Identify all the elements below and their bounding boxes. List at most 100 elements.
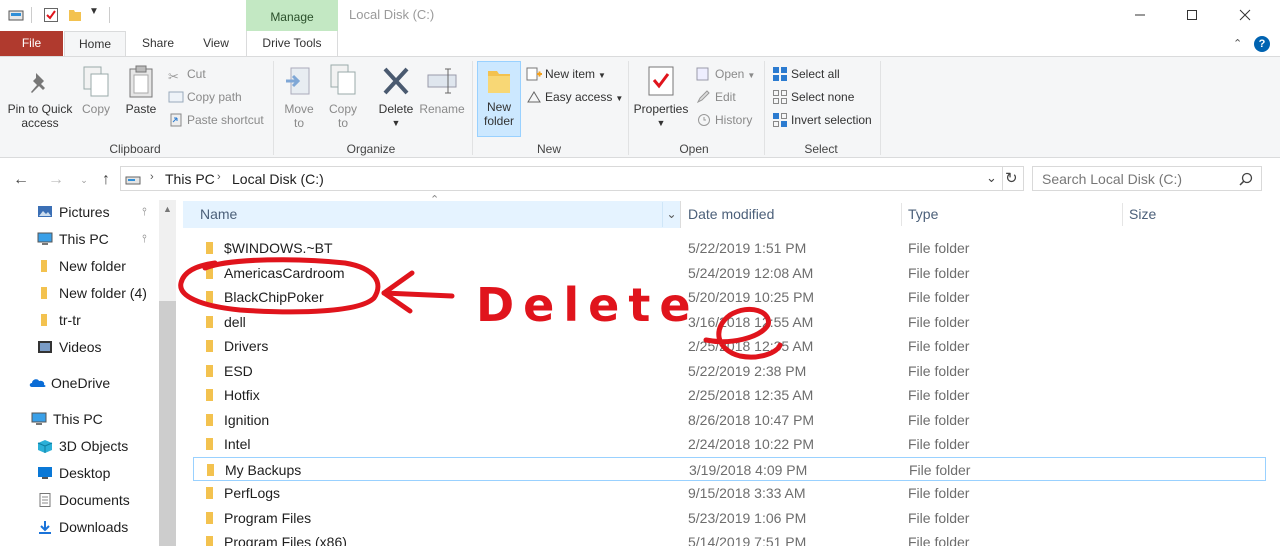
nav-item-onedrive[interactable]: OneDrive <box>29 371 110 395</box>
edit-button[interactable]: Edit <box>696 88 736 106</box>
nav-item-tr-tr[interactable]: tr-tr <box>37 308 81 332</box>
desktop-icon <box>37 463 59 487</box>
file-row[interactable]: Program Files (x86) 5/14/2019 7:51 PM File… <box>193 530 1266 546</box>
nav-item-3d-objects[interactable]: 3D Objects <box>37 434 128 458</box>
nav-item-videos[interactable]: Videos <box>37 335 102 359</box>
minimize-ribbon-chevron-icon[interactable]: ⌃ <box>1233 37 1242 50</box>
breadcrumb-this-pc[interactable]: This PC <box>165 171 215 187</box>
nav-item-this-pc[interactable]: This PC ⫯ <box>37 227 147 251</box>
column-divider[interactable] <box>1122 203 1123 226</box>
file-type: File folder <box>908 338 970 354</box>
close-button[interactable] <box>1220 0 1270 30</box>
file-row[interactable]: dell 3/16/2018 12:55 AM File folder <box>193 310 1266 334</box>
qat-divider <box>31 7 32 23</box>
tab-drive-tools[interactable]: Drive Tools <box>246 31 338 56</box>
file-row[interactable]: $WINDOWS.~BT 5/22/2019 1:51 PM File folder <box>193 236 1266 260</box>
tab-view[interactable]: View <box>196 31 236 56</box>
minimize-button[interactable] <box>1115 0 1165 30</box>
paste-shortcut-button[interactable]: Paste shortcut <box>168 111 264 129</box>
select-none-button[interactable]: Select none <box>772 88 854 106</box>
tab-file[interactable]: File <box>0 31 63 56</box>
explorer-app-icon[interactable] <box>8 7 24 23</box>
breadcrumb-separator-icon: › <box>150 171 154 183</box>
nav-item-new-folder-4[interactable]: New folder (4) <box>37 281 147 305</box>
new-folder-icon <box>488 71 510 93</box>
up-button[interactable]: ↑ <box>96 170 116 190</box>
properties-qat-icon[interactable] <box>43 7 59 23</box>
file-type: File folder <box>908 362 970 379</box>
rename-button[interactable]: Rename <box>419 65 465 116</box>
forward-button[interactable]: → <box>46 170 66 190</box>
move-to-button[interactable]: Move to <box>281 65 317 130</box>
nav-item-new-folder[interactable]: New folder <box>37 254 126 278</box>
file-row[interactable]: Program Files 5/23/2019 1:06 PM File folde… <box>193 506 1266 530</box>
drive-icon <box>125 176 141 185</box>
copy-path-button[interactable]: Copy path <box>168 88 242 106</box>
file-date: 5/23/2019 1:06 PM <box>688 509 807 526</box>
address-dropdown-icon[interactable]: ⌄ <box>986 170 997 186</box>
tab-share[interactable]: Share <box>138 31 178 56</box>
copy-to-button[interactable]: Copy to <box>325 63 361 130</box>
nav-item-documents[interactable]: Documents <box>37 488 130 512</box>
column-header-date[interactable]: Date modified <box>688 201 774 228</box>
tab-home[interactable]: Home <box>64 31 126 57</box>
edit-icon <box>696 90 710 104</box>
new-folder-label-line2: folder <box>483 114 515 128</box>
file-row[interactable]: Hotfix 2/25/2018 12:35 AM File folder <box>193 383 1266 407</box>
file-row[interactable]: My Backups 3/19/2018 4:09 PM File folder <box>193 456 1266 481</box>
paste-shortcut-label: Paste shortcut <box>187 113 264 127</box>
nav-item-pictures[interactable]: Pictures ⫯ <box>37 200 147 224</box>
cut-button[interactable]: ✂ Cut <box>168 65 206 84</box>
file-date: 3/16/2018 12:55 AM <box>688 313 814 330</box>
properties-button[interactable]: Properties ▼ <box>631 65 691 130</box>
copy-button[interactable]: Copy <box>78 65 114 116</box>
refresh-icon[interactable]: ↻ <box>1005 169 1018 187</box>
scroll-up-icon[interactable]: ▲ <box>163 204 172 214</box>
file-row[interactable]: BlackChipPoker 5/20/2019 10:25 PM File fol… <box>193 285 1266 309</box>
file-row[interactable]: Intel 2/24/2018 10:22 PM File folder <box>193 432 1266 456</box>
column-header-size[interactable]: Size <box>1129 201 1156 228</box>
nav-item-label: New folder (4) <box>59 285 147 301</box>
pin-to-quick-access-button[interactable]: Pin to Quick access <box>4 67 76 130</box>
file-date: 5/22/2019 1:51 PM <box>688 240 807 256</box>
column-divider[interactable] <box>901 203 902 226</box>
file-row[interactable]: AmericasCardroom 5/24/2019 12:08 AM File f… <box>193 261 1266 285</box>
manage-context-tab[interactable]: Manage <box>246 0 338 31</box>
nav-item-desktop[interactable]: Desktop <box>37 461 110 485</box>
invert-selection-button[interactable]: Invert selection <box>772 111 872 129</box>
column-header-type[interactable]: Type <box>908 201 938 228</box>
file-row[interactable]: ESD 5/22/2019 2:38 PM File folder <box>193 359 1266 383</box>
customize-qat-chevron-icon[interactable]: ▼ <box>89 6 99 17</box>
maximize-button[interactable] <box>1167 0 1217 30</box>
name-column-filter-chevron-icon[interactable]: ⌄ <box>662 202 680 227</box>
nav-item-downloads[interactable]: Downloads <box>37 515 128 539</box>
history-button[interactable]: History <box>696 111 752 129</box>
help-icon[interactable]: ? <box>1254 36 1270 52</box>
navigation-scrollbar-thumb[interactable] <box>159 301 176 546</box>
breadcrumb-local-disk[interactable]: Local Disk (C:) <box>232 171 324 187</box>
easy-access-button[interactable]: Easy access ▼ <box>526 88 623 106</box>
file-row[interactable]: Ignition 8/26/2018 10:47 PM File folder <box>193 408 1266 432</box>
new-item-label: New item <box>545 67 596 81</box>
navigation-pane: Pictures ⫯ This PC ⫯ New folder New folder (4… <box>0 200 176 546</box>
select-none-icon <box>773 90 787 104</box>
select-all-button[interactable]: Select all <box>772 65 840 83</box>
open-button[interactable]: Open ▼ <box>696 65 755 83</box>
search-box[interactable]: Search Local Disk (C:) <box>1032 166 1262 191</box>
documents-icon <box>37 490 59 514</box>
back-button[interactable]: ← <box>11 170 31 190</box>
column-header-name[interactable]: Name <box>200 201 237 228</box>
file-row[interactable]: PerfLogs 9/15/2018 3:33 AM File folder <box>193 481 1266 505</box>
address-bar[interactable]: › This PC › Local Disk (C:) <box>120 166 1003 191</box>
recent-locations-chevron-icon[interactable]: ⌄ <box>74 170 94 190</box>
new-folder-label-line1: New <box>486 100 511 114</box>
file-row[interactable]: Drivers 2/25/2018 12:35 AM File folder <box>193 334 1266 358</box>
new-folder-button[interactable]: New folder <box>477 61 521 137</box>
new-item-button[interactable]: New item ▼ <box>526 65 606 83</box>
file-name: ESD <box>224 362 253 379</box>
search-icon <box>1239 172 1253 186</box>
delete-button[interactable]: Delete ▼ <box>377 65 415 130</box>
paste-button[interactable]: Paste <box>122 65 160 116</box>
nav-item-this-pc[interactable]: This PC <box>31 407 103 431</box>
new-folder-qat-icon[interactable] <box>67 7 83 23</box>
